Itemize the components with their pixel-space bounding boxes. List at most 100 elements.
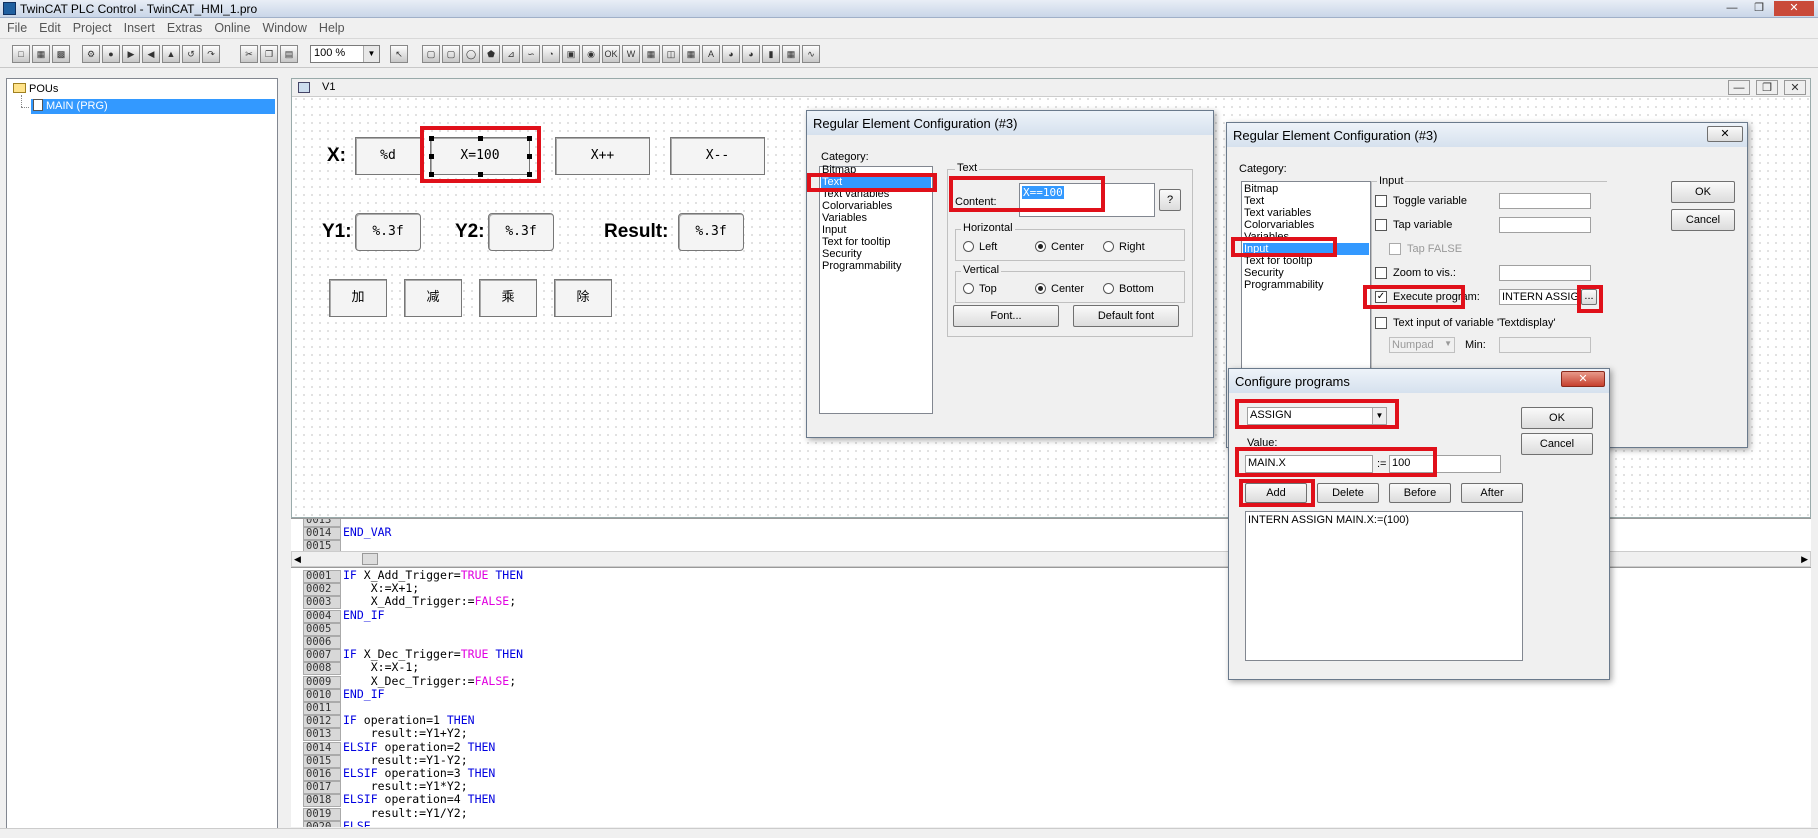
category-item[interactable]: Programmability — [1244, 279, 1323, 291]
add-button[interactable]: Add — [1245, 483, 1307, 503]
zoom-to-vis-input[interactable] — [1499, 265, 1591, 281]
step-icon[interactable]: ↷ — [202, 45, 220, 63]
default-font-button[interactable]: Default font — [1073, 305, 1179, 327]
bitmap-tool-icon[interactable]: ▣ — [562, 45, 580, 63]
ok-button[interactable]: OK — [1521, 407, 1593, 429]
category-item[interactable]: Variables — [822, 212, 867, 224]
menu-help[interactable]: Help — [312, 19, 350, 35]
help-button[interactable]: ? — [1159, 189, 1181, 211]
pointer-icon[interactable]: ↖ — [390, 45, 408, 63]
scroll-left-icon[interactable]: ◀ — [294, 554, 301, 565]
v-center-radio[interactable] — [1035, 283, 1046, 294]
copy-icon[interactable]: ❐ — [260, 45, 278, 63]
x-increment-button[interactable]: X++ — [555, 137, 650, 175]
category-item[interactable]: Bitmap — [822, 164, 856, 176]
execute-program-checkbox[interactable]: ✓ — [1375, 291, 1387, 303]
v-bottom-radio[interactable] — [1103, 283, 1114, 294]
stop-icon[interactable]: ● — [102, 45, 120, 63]
text-input-checkbox[interactable] — [1375, 317, 1387, 329]
v-top-radio[interactable] — [963, 283, 974, 294]
text-tool-icon[interactable]: A — [702, 45, 720, 63]
vis-restore-button[interactable]: ❐ — [1756, 80, 1778, 95]
category-item[interactable]: Text variables — [1244, 207, 1311, 219]
category-item[interactable]: Input — [822, 224, 846, 236]
scale-tool-icon[interactable]: ◫ — [662, 45, 680, 63]
category-item[interactable]: Text variables — [822, 188, 889, 200]
cut-icon[interactable]: ✂ — [240, 45, 258, 63]
h-center-radio[interactable] — [1035, 241, 1046, 252]
program-list-item[interactable]: INTERN ASSIGN MAIN.X:=(100) — [1248, 514, 1409, 526]
category-item[interactable]: Variables — [1244, 231, 1289, 243]
menu-online[interactable]: Online — [207, 19, 255, 35]
rectangle-tool-icon[interactable]: ▢ — [422, 45, 440, 63]
zoom-to-vis-checkbox[interactable] — [1375, 267, 1387, 279]
login-icon[interactable]: ▶ — [122, 45, 140, 63]
tap-variable-input[interactable] — [1499, 217, 1591, 233]
menu-insert[interactable]: Insert — [117, 19, 160, 35]
logout-icon[interactable]: ◀ — [142, 45, 160, 63]
pie-tool-icon[interactable]: ◔ — [542, 45, 560, 63]
delete-button[interactable]: Delete — [1317, 483, 1379, 503]
menu-edit[interactable]: Edit — [32, 19, 66, 35]
category-item[interactable]: Security — [1244, 267, 1284, 279]
execute-program-input[interactable]: INTERN ASSIGN MAIN.X:=(100) — [1499, 289, 1581, 305]
y1-input[interactable]: %.3f — [355, 213, 421, 251]
restore-button[interactable]: ❐ — [1747, 1, 1771, 16]
tree-item-main[interactable]: MAIN (PRG) — [31, 99, 275, 114]
category-item[interactable]: Text for tooltip — [1244, 255, 1312, 267]
menu-file[interactable]: File — [0, 19, 32, 35]
histogram-tool-icon[interactable]: ▮ — [762, 45, 780, 63]
selection-handle[interactable] — [429, 154, 434, 159]
y2-input[interactable]: %.3f — [488, 213, 554, 251]
selection-handle[interactable] — [527, 172, 532, 177]
dialog-close-button[interactable]: ✕ — [1561, 371, 1605, 387]
minimize-button[interactable]: — — [1720, 1, 1744, 16]
polyline-tool-icon[interactable]: ⊿ — [502, 45, 520, 63]
trend-tool-icon[interactable]: ∿ — [802, 45, 820, 63]
rounded-rect-tool-icon[interactable]: ▢ — [442, 45, 460, 63]
alarm-tool-icon[interactable]: ▦ — [782, 45, 800, 63]
paste-icon[interactable]: ▤ — [280, 45, 298, 63]
h-left-radio[interactable] — [963, 241, 974, 252]
reset-icon[interactable]: ↺ — [182, 45, 200, 63]
vis-close-button[interactable]: ✕ — [1784, 80, 1806, 95]
scroll-thumb[interactable] — [362, 553, 378, 565]
category-item[interactable]: Colorvariables — [1244, 219, 1314, 231]
value-input[interactable]: 100 — [1389, 455, 1501, 473]
subtract-op-button[interactable]: 减 — [404, 279, 462, 317]
add-op-button[interactable]: 加 — [329, 279, 387, 317]
save-icon[interactable]: ▩ — [52, 45, 70, 63]
selection-handle[interactable] — [527, 136, 532, 141]
toggle-variable-input[interactable] — [1499, 193, 1591, 209]
close-button[interactable]: ✕ — [1774, 1, 1814, 16]
button-tool-icon[interactable]: OK — [602, 45, 620, 63]
ellipse-tool-icon[interactable]: ◯ — [462, 45, 480, 63]
variable-input[interactable]: MAIN.X — [1245, 455, 1373, 473]
execute-program-browse-button[interactable]: ... — [1581, 289, 1597, 305]
x-decrement-button[interactable]: X-- — [670, 137, 765, 175]
tap-false-checkbox[interactable] — [1389, 243, 1401, 255]
selection-handle[interactable] — [527, 154, 532, 159]
menu-extras[interactable]: Extras — [160, 19, 207, 35]
tap-variable-checkbox[interactable] — [1375, 219, 1387, 231]
category-item[interactable]: Text for tooltip — [822, 236, 890, 248]
vis-minimize-button[interactable]: — — [1728, 80, 1750, 95]
dialog-close-button[interactable]: ✕ — [1707, 126, 1743, 142]
visualization-tool-icon[interactable]: ◉ — [582, 45, 600, 63]
content-input[interactable]: X==100 — [1019, 183, 1155, 217]
after-button[interactable]: After — [1461, 483, 1523, 503]
menu-project[interactable]: Project — [66, 19, 117, 35]
web-tool-icon[interactable]: W — [622, 45, 640, 63]
category-item[interactable]: Text — [1244, 195, 1264, 207]
table-tool-icon[interactable]: ▦ — [642, 45, 660, 63]
grid-tool-icon[interactable]: ▦ — [682, 45, 700, 63]
ok-button[interactable]: OK — [1671, 181, 1735, 203]
h-right-radio[interactable] — [1103, 241, 1114, 252]
selection-handle[interactable] — [429, 136, 434, 141]
divide-op-button[interactable]: 除 — [554, 279, 612, 317]
program-list[interactable]: INTERN ASSIGN MAIN.X:=(100) — [1245, 511, 1523, 661]
result-display[interactable]: %.3f — [678, 213, 744, 251]
category-list[interactable]: Bitmap Text Text variables Colorvariable… — [819, 164, 933, 414]
new-icon[interactable]: □ — [12, 45, 30, 63]
cancel-button[interactable]: Cancel — [1521, 433, 1593, 455]
